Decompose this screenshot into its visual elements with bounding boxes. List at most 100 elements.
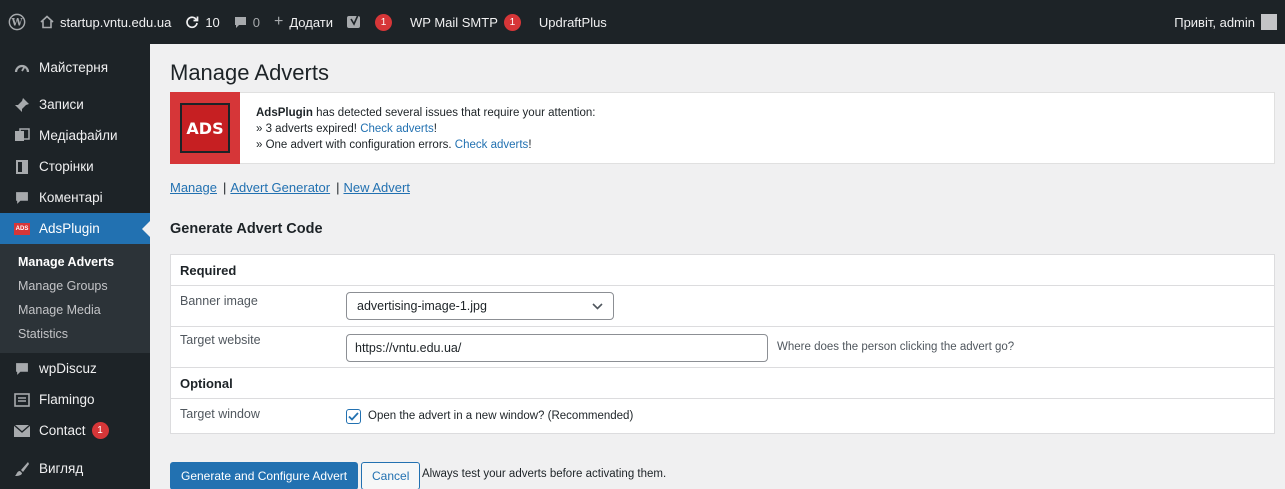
ads-logo-text: ADS [180, 103, 230, 153]
test-adverts-note: Always test your adverts before activati… [422, 468, 667, 480]
inbox-icon [12, 392, 32, 407]
comments-link[interactable]: 0 [234, 15, 260, 30]
new-content-link[interactable]: + Додати [274, 13, 333, 31]
brush-icon [12, 461, 32, 477]
refresh-icon [185, 15, 199, 29]
target-website-value: https://vntu.edu.ua/ [355, 341, 462, 355]
sidebar-item-label: Вигляд [39, 461, 84, 476]
dashboard-icon [12, 60, 32, 76]
admin-notice: ADS AdsPlugin has detected several issue… [170, 92, 1275, 164]
sidebar-item-dashboard[interactable]: Майстерня [0, 52, 150, 83]
subnav: Manage | Advert Generator | New Advert [170, 180, 410, 195]
sidebar-item-wpdiscuz[interactable]: wpDiscuz [0, 353, 150, 384]
target-website-hint: Where does the person clicking the adver… [777, 341, 1015, 353]
avatar [1261, 14, 1277, 30]
notice-punct: ! [433, 123, 437, 135]
nav-separator: | [336, 180, 340, 195]
sidebar-item-media[interactable]: Медіафайли [0, 120, 150, 151]
target-website-row: Target website https://vntu.edu.ua/ Wher… [171, 327, 1274, 367]
page-title: Manage Adverts [170, 60, 329, 85]
check-adverts-link[interactable]: Check adverts [455, 139, 529, 151]
nav-separator: | [222, 180, 227, 195]
optional-heading-row: Optional [171, 368, 1274, 398]
main-content: Manage Adverts ADS AdsPlugin has detecte… [150, 44, 1285, 489]
pin-icon [12, 97, 32, 113]
notice-message: has detected several issues that require… [312, 107, 596, 119]
check-adverts-link[interactable]: Check adverts [360, 123, 434, 135]
adsplugin-submenu: Manage Adverts Manage Groups Manage Medi… [0, 244, 150, 353]
page-icon [12, 159, 32, 175]
sidebar-item-label: wpDiscuz [39, 361, 97, 376]
sidebar-item-label: AdsPlugin [39, 221, 100, 236]
new-label: Додати [289, 14, 333, 30]
wp-mail-smtp-link[interactable]: WP Mail SMTP 1 [410, 13, 525, 31]
sidebar-item-comments[interactable]: Коментарі [0, 182, 150, 213]
banner-row: Banner image advertising-image-1.jpg [171, 286, 1274, 326]
cancel-button[interactable]: Cancel [361, 462, 421, 489]
admin-bar: W startup.vntu.edu.ua 10 0 + Додати 1 WP… [0, 0, 1285, 44]
submenu-manage-groups[interactable]: Manage Groups [0, 274, 150, 298]
submenu-statistics[interactable]: Statistics [0, 322, 150, 346]
site-name: startup.vntu.edu.ua [60, 14, 172, 30]
sidebar-item-pages[interactable]: Сторінки [0, 151, 150, 182]
notice-plugin-name: AdsPlugin [256, 107, 313, 119]
contact-count-badge: 1 [91, 422, 109, 439]
wp-mail-smtp-label: WP Mail SMTP [410, 14, 498, 30]
checkmark-icon [348, 412, 359, 421]
sidebar-item-appearance[interactable]: Вигляд [0, 453, 150, 484]
nav-advert-generator-link[interactable]: Advert Generator [230, 180, 330, 195]
sidebar-item-posts[interactable]: Записи [0, 89, 150, 120]
optional-heading: Optional [180, 376, 233, 391]
comment-icon [234, 16, 247, 29]
banner-image-label: Banner image [180, 294, 258, 308]
comment-icon [12, 191, 32, 205]
sidebar-item-label: Сторінки [39, 159, 94, 174]
banner-image-select[interactable]: advertising-image-1.jpg [346, 292, 614, 320]
notice-punct: ! [528, 139, 532, 151]
admin-sidebar: Майстерня Записи Медіафайли Сторінки Ком… [0, 44, 150, 489]
chevron-down-icon [592, 299, 603, 313]
updates-count: 10 [205, 14, 220, 30]
required-heading: Required [180, 262, 237, 278]
sidebar-item-label: Коментарі [39, 190, 103, 205]
generate-advert-button[interactable]: Generate and Configure Advert [170, 462, 359, 489]
sidebar-item-label: Contact [39, 423, 86, 438]
updates-link[interactable]: 10 [185, 14, 220, 30]
home-icon [40, 15, 54, 29]
target-window-row: Target window Open the advert in a new w… [171, 399, 1274, 434]
target-window-label: Target window [180, 407, 260, 421]
required-heading-row: Required [171, 255, 1274, 285]
section-title: Generate Advert Code [170, 221, 323, 237]
sidebar-item-label: Медіафайли [39, 128, 118, 143]
sidebar-item-label: Майстерня [39, 60, 109, 75]
yoast-link[interactable]: 1 [347, 13, 396, 31]
target-website-input[interactable]: https://vntu.edu.ua/ [346, 334, 768, 362]
sidebar-item-contact[interactable]: Contact 1 [0, 415, 150, 446]
sidebar-item-adsplugin[interactable]: ADS AdsPlugin [0, 213, 150, 244]
sidebar-item-label: Записи [39, 97, 84, 112]
notice-line-expired: » 3 adverts expired! [256, 123, 361, 135]
ads-logo: ADS [170, 92, 240, 164]
mail-icon [12, 424, 32, 437]
new-window-checkbox-label[interactable]: Open the advert in a new window? (Recomm… [368, 410, 633, 422]
updraftplus-link[interactable]: UpdraftPlus [539, 15, 607, 30]
nav-manage-link[interactable]: Manage [170, 180, 217, 195]
submenu-manage-media[interactable]: Manage Media [0, 298, 150, 322]
sidebar-item-label: Flamingo [39, 392, 95, 407]
yoast-count-badge: 1 [375, 13, 392, 31]
new-window-checkbox[interactable] [346, 409, 361, 424]
yoast-icon [347, 15, 363, 29]
site-name-link[interactable]: startup.vntu.edu.ua [40, 15, 171, 30]
nav-new-advert-link[interactable]: New Advert [343, 180, 409, 195]
plus-icon: + [274, 13, 284, 30]
svg-text:W: W [10, 18, 23, 29]
banner-image-value: advertising-image-1.jpg [357, 299, 487, 313]
wordpress-logo-icon[interactable]: W [8, 13, 26, 31]
comments-count: 0 [252, 14, 261, 30]
account-link[interactable]: Привіт, admin [1174, 14, 1277, 30]
sidebar-item-flamingo[interactable]: Flamingo [0, 384, 150, 415]
notice-line-errors: » One advert with configuration errors. [256, 139, 455, 151]
wp-mail-smtp-count-badge: 1 [503, 13, 521, 31]
submenu-manage-adverts[interactable]: Manage Adverts [0, 250, 150, 274]
ads-icon: ADS [12, 222, 32, 235]
